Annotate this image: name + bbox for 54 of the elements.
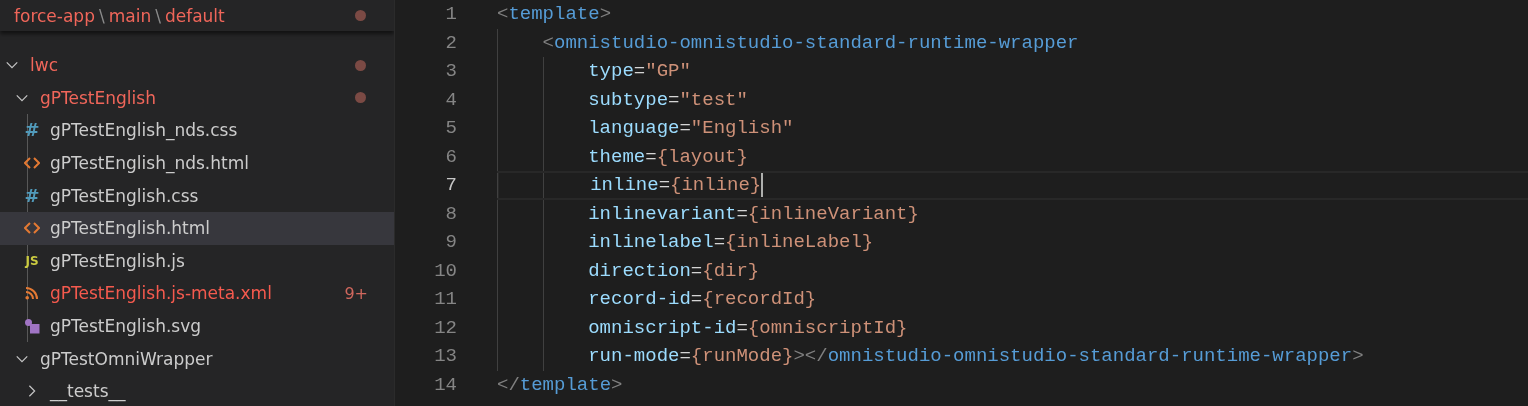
line-number: 4	[444, 88, 457, 111]
angle-brackets-icon	[24, 156, 40, 171]
code-line: </template>	[497, 373, 623, 396]
file-item[interactable]: JS gPTestEnglish.js	[0, 244, 394, 278]
folder-item[interactable]: lwc	[0, 49, 394, 82]
code-line: run-mode={runMode}></omnistudio-omnistudio-standard-runtime-wrapper>	[587, 345, 1364, 368]
line-number: 10	[433, 259, 457, 282]
code-line: language="English"	[587, 117, 794, 140]
folder-item[interactable]: __tests__	[0, 374, 394, 406]
file-item[interactable]: gPTestEnglish_nds.html	[0, 146, 394, 180]
file-item[interactable]: gPTestEnglish.html	[0, 211, 394, 245]
code-line: inlinevariant={inlineVariant}	[587, 202, 919, 225]
breadcrumb-segment[interactable]: main	[108, 5, 152, 26]
modified-dot	[355, 92, 366, 104]
line-number: 6	[444, 145, 457, 168]
line-number: 2	[444, 31, 457, 54]
code-line: subtype="test"	[587, 88, 748, 111]
code-line: theme={layout}	[587, 145, 748, 168]
code-line: omniscript-id={omniscriptId}	[587, 316, 908, 339]
code-line: <omnistudio-omnistudio-standard-runtime-wrapper	[541, 31, 1079, 54]
path-separator: \	[155, 5, 161, 26]
line-number: 1	[444, 3, 457, 26]
rss-icon	[25, 286, 39, 301]
file-item[interactable]: gPTestEnglish.js-meta.xml 9+	[0, 277, 394, 310]
shapes-icon	[24, 318, 40, 335]
path-separator: \	[98, 5, 105, 26]
line-number: 9	[444, 231, 457, 254]
file-item[interactable]: # gPTestEnglish_nds.css	[0, 114, 394, 147]
file-item[interactable]: # gPTestEnglish.css	[0, 179, 394, 212]
modified-dot	[355, 59, 366, 71]
code-line: inline={inline}	[589, 173, 764, 198]
code-line: inlinelabel={inlineLabel}	[587, 231, 874, 254]
line-number: 5	[444, 117, 457, 140]
code-line: record-id={recordId}	[587, 288, 817, 311]
folder-item[interactable]: gPTestOmniWrapper	[0, 342, 394, 375]
line-number: 8	[444, 202, 457, 225]
problem-count: 9+	[344, 283, 368, 303]
line-number: 7	[444, 174, 457, 197]
js-file-icon: JS	[25, 254, 39, 267]
css-file-icon: #	[24, 121, 40, 140]
line-number: 3	[444, 60, 457, 83]
css-file-icon: #	[24, 186, 40, 205]
code-line: type="GP"	[587, 60, 691, 83]
line-number: 12	[433, 316, 457, 339]
breadcrumb-segment[interactable]: force-app	[14, 5, 95, 26]
code-line: <template>	[497, 3, 612, 26]
angle-brackets-icon	[24, 221, 40, 236]
file-item[interactable]: gPTestEnglish.svg	[0, 309, 394, 343]
code-line: direction={dir}	[587, 259, 760, 282]
folder-item[interactable]: gPTestEnglish	[0, 81, 394, 115]
line-number: 13	[433, 345, 457, 368]
line-number: 14	[433, 373, 457, 396]
line-number: 11	[433, 288, 457, 311]
breadcrumb-segment[interactable]: default	[164, 5, 225, 26]
